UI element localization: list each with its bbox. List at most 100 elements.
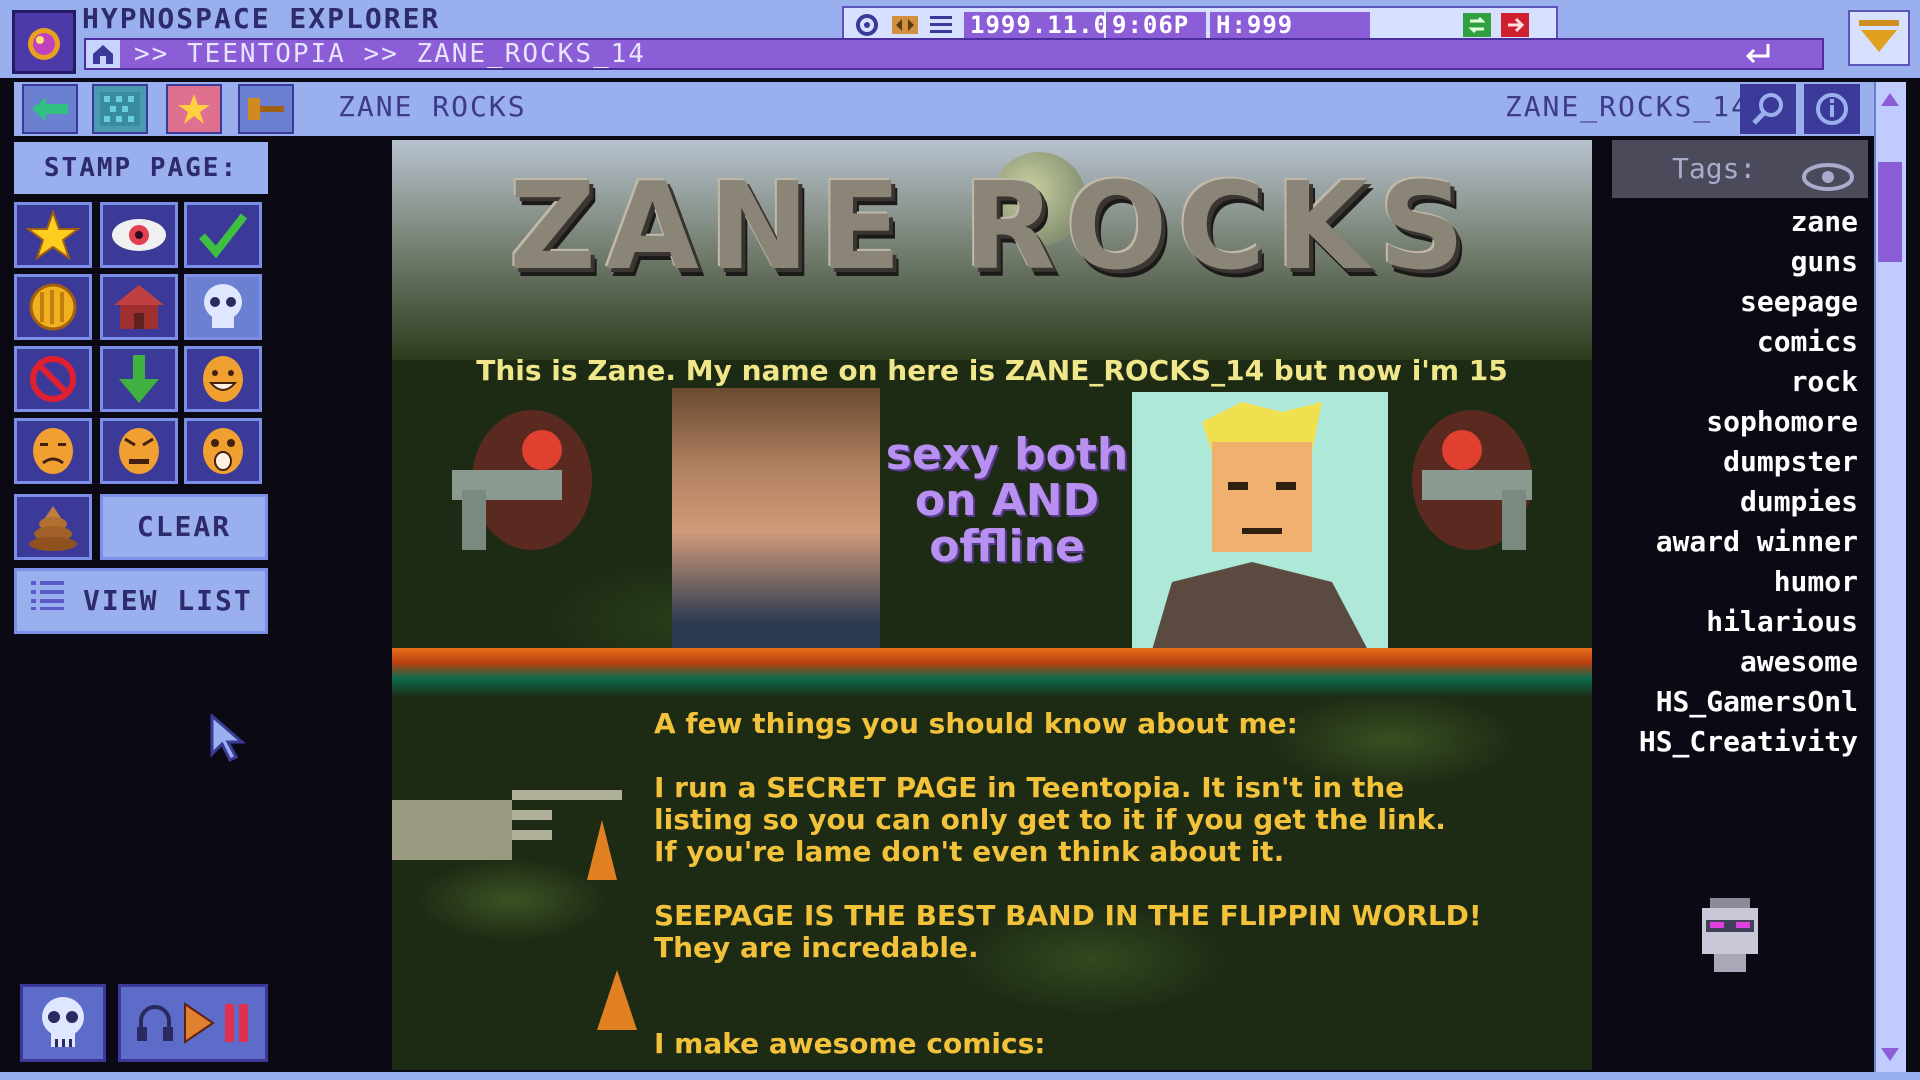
hypnocoin-counter: H:999 — [1210, 12, 1370, 38]
tag-item[interactable]: awesome — [1639, 642, 1858, 682]
banner-title: ZANE ROCKS — [509, 158, 1475, 297]
vertical-scrollbar[interactable] — [1874, 82, 1906, 1072]
down-arrow-stamp-button[interactable] — [100, 346, 178, 412]
play-icon[interactable] — [181, 1002, 217, 1044]
gun-image-left — [452, 410, 592, 550]
search-button[interactable] — [1740, 84, 1796, 134]
poop-stamp-button[interactable] — [14, 494, 92, 560]
headphones-icon[interactable] — [135, 1003, 175, 1043]
tags-list: zane guns seepage comics rock sophomore … — [1639, 202, 1858, 762]
address-bar[interactable]: >> TEENTOPIA >> ZANE_ROCKS_14 — [84, 38, 1824, 70]
skull-app-button[interactable] — [20, 984, 106, 1062]
app-title: HYPNOSPACE EXPLORER — [82, 2, 441, 35]
webpage-content: ZANE ROCKS This is Zane. My name on here… — [392, 140, 1592, 1070]
page-banner: ZANE ROCKS — [392, 140, 1592, 360]
back-button[interactable] — [22, 84, 78, 134]
forbidden-stamp-button[interactable] — [14, 346, 92, 412]
comics-paragraph: I make awesome comics: — [654, 1027, 1046, 1060]
tag-item[interactable]: dumpster — [1639, 442, 1858, 482]
time-display: 9:06P — [1106, 12, 1206, 38]
skull-icon — [42, 997, 84, 1047]
pattern-icon — [100, 92, 140, 126]
coin-icon — [29, 283, 77, 331]
enter-arrow-icon[interactable] — [1742, 42, 1772, 70]
transfer-icon[interactable] — [890, 12, 920, 38]
sexy-text: sexy both on AND offline — [885, 429, 1129, 572]
secret-page-paragraph: I run a SECRET PAGE in Teentopia. It isn… — [654, 771, 1446, 868]
star-stamp-button[interactable] — [14, 202, 92, 268]
main-menu-button[interactable] — [1848, 10, 1910, 66]
gun-image-right — [1412, 410, 1532, 550]
tag-item[interactable]: humor — [1639, 562, 1858, 602]
tag-item[interactable]: sophomore — [1639, 402, 1858, 442]
skeleton-hand-image — [392, 790, 622, 880]
info-button[interactable] — [1804, 84, 1860, 134]
tag-item[interactable]: comics — [1639, 322, 1858, 362]
flame-image — [597, 970, 637, 1030]
tag-item[interactable]: rock — [1639, 362, 1858, 402]
tag-item[interactable]: award winner — [1639, 522, 1858, 562]
tag-item[interactable]: dumpies — [1639, 482, 1858, 522]
favorite-button[interactable] — [166, 84, 222, 134]
house-icon — [114, 285, 164, 329]
pause-icon[interactable] — [223, 1002, 251, 1044]
report-button[interactable] — [238, 84, 294, 134]
logout-icon[interactable] — [1500, 12, 1530, 38]
zane-photo — [672, 388, 880, 650]
sad-face-stamp-button[interactable] — [14, 418, 92, 484]
shocked-face-icon — [203, 428, 243, 474]
address-text[interactable]: >> TEENTOPIA >> ZANE_ROCKS_14 — [134, 40, 646, 68]
happy-face-icon — [203, 356, 243, 402]
robot-head-icon[interactable] — [1696, 896, 1764, 976]
scroll-down-icon[interactable] — [1876, 1038, 1904, 1072]
shocked-face-stamp-button[interactable] — [184, 418, 262, 484]
page-user-name[interactable]: ZANE_ROCKS_14 — [1505, 90, 1750, 123]
zane-drawing — [1132, 392, 1388, 650]
info-icon — [1816, 93, 1848, 125]
intro-text: This is Zane. My name on here is ZANE_RO… — [476, 354, 1508, 387]
back-arrow-icon — [32, 97, 68, 121]
clear-stamp-button[interactable]: CLEAR — [100, 494, 268, 560]
tag-item[interactable]: seepage — [1639, 282, 1858, 322]
date-display: 1999.11.05 — [964, 12, 1124, 38]
stamp-page-header: STAMP PAGE: — [14, 142, 268, 194]
media-player-controls[interactable] — [118, 984, 268, 1062]
navigation-bar: ZANE ROCKS ZANE_ROCKS_14 — [14, 82, 1876, 136]
chevron-down-icon — [1859, 20, 1899, 52]
angry-face-stamp-button[interactable] — [100, 418, 178, 484]
skull-stamp-button[interactable] — [184, 274, 262, 340]
eye-stamp-button[interactable] — [100, 202, 178, 268]
star-icon — [26, 210, 80, 260]
sad-face-icon — [33, 428, 73, 474]
scroll-thumb[interactable] — [1878, 162, 1902, 262]
house-stamp-button[interactable] — [100, 274, 178, 340]
angry-face-icon — [119, 428, 159, 474]
happy-face-stamp-button[interactable] — [184, 346, 262, 412]
settings-icon[interactable] — [852, 12, 882, 38]
star-icon — [178, 94, 210, 124]
tag-item[interactable]: HS_Creativity — [1639, 722, 1858, 762]
list-menu-icon[interactable] — [926, 12, 956, 38]
tag-item[interactable]: zane — [1639, 202, 1858, 242]
window-bottom-edge — [0, 1072, 1920, 1080]
check-stamp-button[interactable] — [184, 202, 262, 268]
tag-item[interactable]: hilarious — [1639, 602, 1858, 642]
eye-icon — [112, 219, 166, 251]
page-pattern-button[interactable] — [92, 84, 148, 134]
home-icon[interactable] — [86, 40, 120, 68]
about-heading: A few things you should know about me: — [654, 707, 1298, 740]
search-icon — [1752, 93, 1783, 125]
hypnospace-logo-icon[interactable] — [12, 10, 76, 74]
skull-icon — [204, 284, 242, 328]
scroll-up-icon[interactable] — [1876, 82, 1904, 116]
down-arrow-icon — [119, 355, 159, 403]
refresh-icon[interactable] — [1462, 12, 1492, 38]
coin-stamp-button[interactable] — [14, 274, 92, 340]
view-list-label: VIEW LIST — [83, 584, 253, 617]
title-bar: HYPNOSPACE EXPLORER 1999.11.05 9:06P H:9… — [0, 0, 1920, 78]
tag-item[interactable]: HS_GamersOnl — [1639, 682, 1858, 722]
view-list-button[interactable]: VIEW LIST — [14, 568, 268, 634]
forbidden-icon — [30, 356, 76, 402]
seepage-paragraph: SEEPAGE IS THE BEST BAND IN THE FLIPPIN … — [654, 899, 1482, 964]
tag-item[interactable]: guns — [1639, 242, 1858, 282]
